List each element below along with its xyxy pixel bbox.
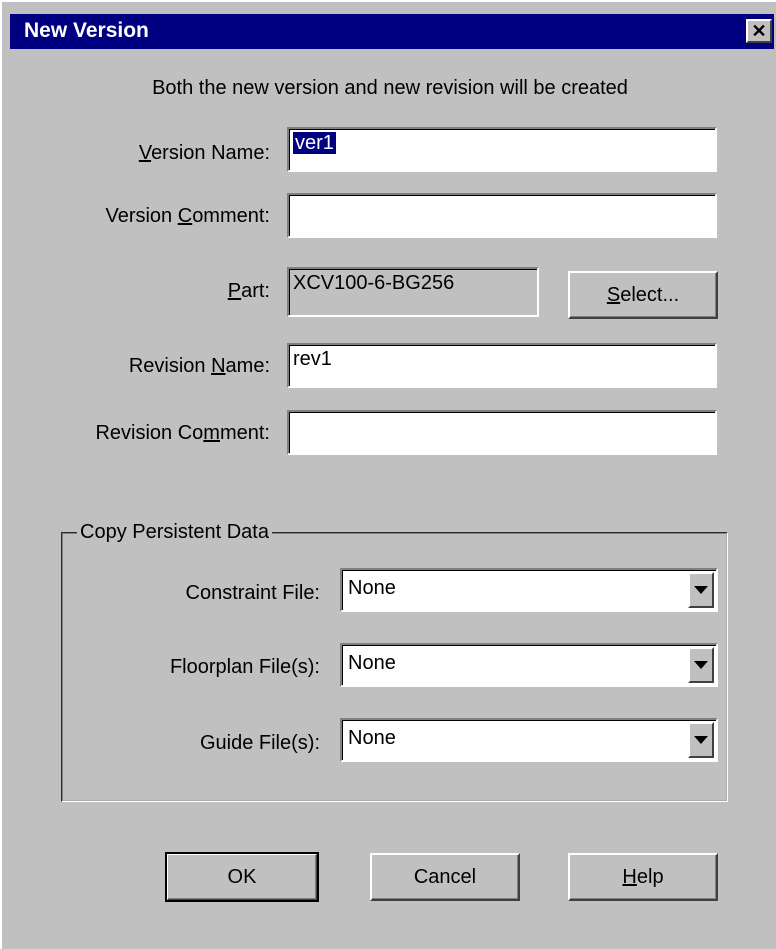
close-button[interactable]: ✕ — [746, 19, 772, 43]
part-value: XCV100-6-BG256 — [293, 272, 455, 294]
cancel-button[interactable]: Cancel — [370, 853, 520, 901]
version-name-value: ver1 — [293, 132, 336, 154]
dropdown-arrow-icon[interactable] — [688, 722, 714, 758]
help-button[interactable]: Help — [568, 853, 718, 901]
floorplan-file-select[interactable]: None — [340, 643, 718, 687]
revision-name-label: Revision Name: — [128, 355, 270, 377]
new-version-dialog: New Version ✕ Both the new version and n… — [0, 0, 776, 949]
revision-comment-input[interactable] — [287, 410, 717, 455]
title-bar: New Version ✕ — [10, 14, 774, 49]
info-text: Both the new version and new revision wi… — [152, 77, 628, 99]
revision-comment-label: Revision Comment: — [95, 422, 270, 444]
version-name-input[interactable]: ver1 — [287, 127, 717, 172]
part-label: Part: — [227, 280, 270, 302]
guide-file-select[interactable]: None — [340, 718, 718, 762]
constraint-file-select[interactable]: None — [340, 568, 718, 612]
floorplan-file-label: Floorplan File(s): — [169, 656, 320, 678]
revision-name-value: rev1 — [293, 348, 332, 370]
version-name-label: Version Name: — [138, 142, 270, 164]
select-part-button[interactable]: Select... — [568, 271, 718, 319]
close-icon: ✕ — [751, 21, 767, 41]
guide-file-label: Guide File(s): — [199, 732, 320, 754]
version-comment-label: Version Comment: — [105, 205, 270, 227]
part-field: XCV100-6-BG256 — [287, 267, 539, 317]
dialog-title: New Version — [24, 19, 149, 42]
constraint-file-label: Constraint File: — [185, 582, 321, 604]
group-label: Copy Persistent Data — [77, 521, 272, 544]
revision-name-input[interactable]: rev1 — [287, 343, 717, 388]
dropdown-arrow-icon[interactable] — [688, 572, 714, 608]
version-comment-input[interactable] — [287, 193, 717, 238]
ok-button[interactable]: OK — [165, 852, 319, 902]
floorplan-file-value: None — [348, 652, 396, 674]
dropdown-arrow-icon[interactable] — [688, 647, 714, 683]
constraint-file-value: None — [348, 577, 396, 599]
guide-file-value: None — [348, 727, 396, 749]
